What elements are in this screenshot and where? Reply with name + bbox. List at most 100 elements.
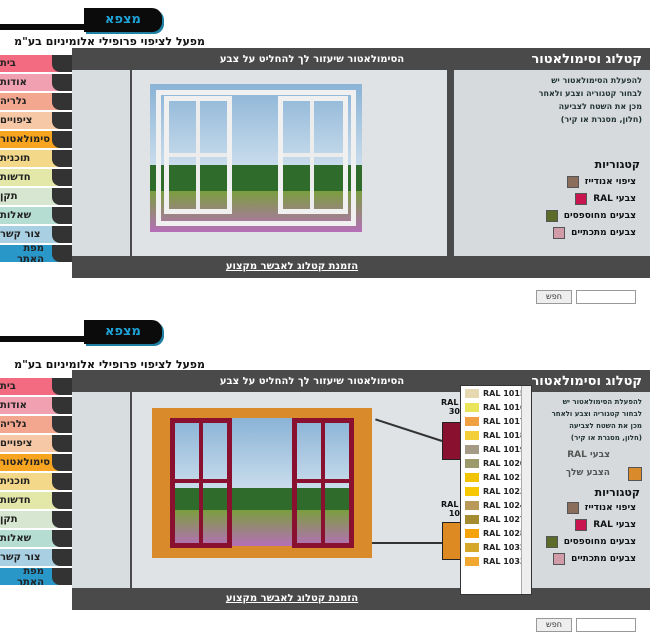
nav-item-label: בית <box>0 381 16 392</box>
ral-list-scrollbar[interactable] <box>521 386 531 594</box>
categories-title: קטגוריות <box>594 158 640 171</box>
nav-item[interactable]: תקן <box>0 511 72 528</box>
search-bar: חפש <box>536 290 636 304</box>
category-ral[interactable]: צבעי RAL <box>575 193 636 205</box>
frame-pointer-line <box>375 418 443 442</box>
nav-item-label: חדשות <box>0 495 31 506</box>
nav-item[interactable]: בית <box>0 378 72 395</box>
window-sash-right[interactable] <box>292 418 354 548</box>
ral-name: RAL 1027 <box>483 514 526 524</box>
nav-item[interactable]: חדשות <box>0 169 72 186</box>
nav-item-label: גלריה <box>0 419 27 430</box>
site-logo[interactable]: מצפא <box>0 8 162 32</box>
ral-swatch <box>465 528 479 538</box>
nav-item-label: צור קשר <box>0 552 41 563</box>
simulator-panel-colored: מצפא מפעל לציפוי פרופילי אלומיניום בע"מ … <box>0 320 650 637</box>
main-area: קטלוג וסימולאטור הסימולאטור שיעזור לך לה… <box>72 48 650 278</box>
category-textured[interactable]: צבעים מחוספסים <box>545 210 636 222</box>
search-input[interactable] <box>576 290 636 304</box>
ral-swatch <box>465 444 479 454</box>
nav-item[interactable]: מפת האתר <box>0 243 72 265</box>
transom <box>175 479 227 483</box>
nav-item[interactable]: תקן <box>0 188 72 205</box>
category-metallic[interactable]: צבעים מתכתיים <box>553 227 636 239</box>
instruction-line: (חלון, מסגרת או קיר) <box>560 115 642 124</box>
nav-item[interactable]: גלריה <box>0 416 72 433</box>
nav-item[interactable]: ציפויים <box>0 435 72 452</box>
nav-item[interactable]: תוכנית <box>0 150 72 167</box>
categories-title: קטגוריות <box>594 486 640 499</box>
nav-item[interactable]: אודות <box>0 74 72 91</box>
search-bar: חפש <box>536 618 636 632</box>
window-sash-right[interactable] <box>278 96 348 214</box>
ral-name: RAL 1016 <box>483 402 526 412</box>
window-sash-left[interactable] <box>170 418 232 548</box>
nav-item-label: שאלות <box>0 533 32 544</box>
nav-tab-decoration <box>52 112 72 129</box>
search-button[interactable]: חפש <box>536 290 572 304</box>
nav-item[interactable]: חדשות <box>0 492 72 509</box>
nav-item[interactable]: שאלות <box>0 530 72 547</box>
nav-item-label: בית <box>0 58 16 69</box>
nav-item[interactable]: תוכנית <box>0 473 72 490</box>
window-sash-left[interactable] <box>164 96 232 214</box>
nav-item[interactable]: ציפויים <box>0 112 72 129</box>
logo-text: מצפא <box>105 12 141 27</box>
site-logo[interactable]: מצפא <box>0 320 162 344</box>
ral-name: RAL 1033 <box>483 556 526 566</box>
catalog-order-link[interactable]: הזמנת קטלוג לאבשר מקצוע <box>212 261 372 272</box>
nav-tab-decoration <box>52 473 72 490</box>
category-swatch <box>566 502 579 514</box>
nav-item[interactable]: צור קשר <box>0 226 72 243</box>
nav-item-label: סימולאטור <box>0 457 50 468</box>
nav-item-label: מפת האתר <box>16 565 44 588</box>
wall-pointer-line <box>372 542 442 544</box>
nav-item-label: ציפויים <box>0 115 33 126</box>
nav-item[interactable]: בית <box>0 55 72 72</box>
nav-item[interactable]: שאלות <box>0 207 72 224</box>
instruction-line: לבחור קטגוריה וצבע ולאחר <box>538 89 642 98</box>
ral-color-list[interactable]: RAL 1015 RAL 1016 RAL 1017 RAL 1018 RAL 1019… <box>460 385 532 595</box>
nav-tab-decoration <box>52 568 72 585</box>
nav-item[interactable]: סימולאטור <box>0 454 72 471</box>
instruction-line: לבחור קטגוריה וצבע ולאחר <box>551 410 642 418</box>
instruction-line: (חלון, מסגרת או קיר) <box>570 434 642 442</box>
category-label: צבעים מתכתיים <box>571 554 636 564</box>
category-ral[interactable]: צבעי RAL <box>575 519 636 531</box>
transom <box>169 153 227 157</box>
selected-category-label: צבעי RAL <box>567 450 610 460</box>
category-anodize[interactable]: ציפוי אנודייז <box>566 502 636 514</box>
nav-item[interactable]: סימולאטור <box>0 131 72 148</box>
category-swatch <box>553 227 566 239</box>
ral-swatch <box>465 514 479 524</box>
nav-item-label: גלריה <box>0 96 27 107</box>
mullion <box>321 423 325 543</box>
category-label: צבעים מתכתיים <box>571 228 636 238</box>
nav-item[interactable]: מפת האתר <box>0 565 72 588</box>
nav-item[interactable]: צור קשר <box>0 549 72 566</box>
nav-item-label: ציפויים <box>0 438 33 449</box>
category-anodize[interactable]: ציפוי אנודייז <box>566 176 636 188</box>
catalog-order-link[interactable]: הזמנת קטלוג לאבשר מקצוע <box>212 593 372 604</box>
ral-swatch <box>465 500 479 510</box>
category-metallic[interactable]: צבעים מתכתיים <box>553 553 636 565</box>
tagline: מפעל לציפוי פרופילי אלומיניום בע"מ <box>14 35 205 48</box>
category-textured[interactable]: צבעים מחוספסים <box>545 536 636 548</box>
window-preview-image[interactable] <box>152 408 372 558</box>
nav-item-label: תקן <box>0 191 18 202</box>
transom <box>297 479 349 483</box>
page-subtitle: הסימולאטור שיעזור לך להחליט על צבע <box>219 375 405 387</box>
nav-item[interactable]: גלריה <box>0 93 72 110</box>
instruction-line: להפעלת הסימולאטור יש <box>562 398 642 406</box>
ral-swatch <box>465 542 479 552</box>
ral-swatch <box>465 430 479 440</box>
ral-swatch <box>465 458 479 468</box>
search-button[interactable]: חפש <box>536 618 572 632</box>
nav-item-label: אודות <box>0 400 27 411</box>
window-preview-image[interactable] <box>150 84 362 232</box>
nav-item-label: תקן <box>0 514 18 525</box>
nav-item-label: תוכנית <box>0 153 31 164</box>
search-input[interactable] <box>576 618 636 632</box>
nav-tab-decoration <box>52 397 72 414</box>
nav-item[interactable]: אודות <box>0 397 72 414</box>
